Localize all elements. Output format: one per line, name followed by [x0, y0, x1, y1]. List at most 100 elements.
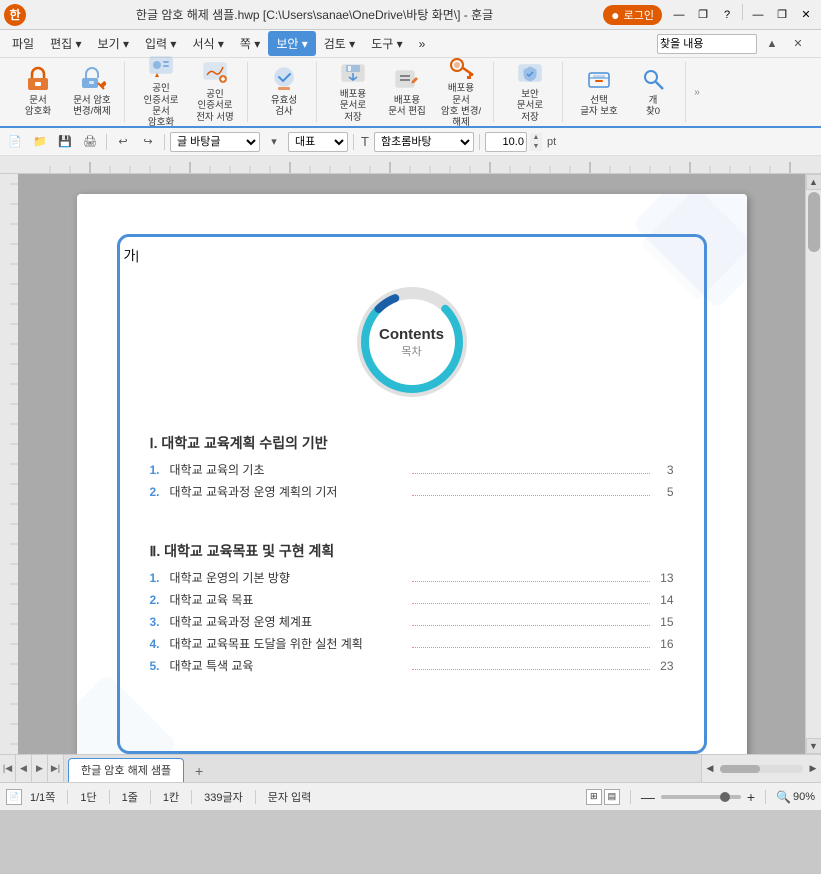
status-mode: 문자 입력 [268, 789, 312, 805]
toc-item: 4. 대학교 교육목표 도달을 위한 실천 계획 16 [150, 635, 674, 652]
style-dropdown-button[interactable]: ▾ [263, 131, 285, 153]
font-size-up-button[interactable]: ▲ [530, 133, 542, 142]
tab-bar: 한글 암호 해제 샘플 + [64, 755, 701, 783]
scroll-left-arrow[interactable]: ◀ [702, 761, 718, 777]
restore-button[interactable]: ❐ [692, 4, 714, 26]
menu-review[interactable]: 검토 ▾ [316, 31, 363, 56]
menu-security[interactable]: 보안 ▾ [268, 31, 315, 56]
ribbon-btn-cert-encrypt-label: 공인 인증서로문서 암호화 [138, 83, 184, 129]
menu-tools[interactable]: 도구 ▾ [363, 31, 410, 56]
help-button[interactable]: ? [716, 4, 738, 26]
ribbon-collapse-button[interactable]: ▲ [761, 33, 783, 55]
canvas-area: 가| Contents 목 [18, 174, 805, 754]
window-restore-button[interactable]: ❐ [771, 4, 793, 26]
zoom-out-button[interactable]: — [641, 789, 655, 805]
protect-icon [583, 65, 615, 93]
font-size-down-button[interactable]: ▼ [530, 142, 542, 151]
toc-section-2-title: Ⅱ. 대학교 교육목표 및 구현 계획 [150, 541, 674, 561]
ribbon-btn-protect[interactable]: 선택글자 보호 [573, 62, 625, 120]
fmt-undo-button[interactable]: ↩ [112, 131, 134, 153]
toc-item: 1. 대학교 교육의 기초 3 [150, 461, 674, 478]
cert-icon [145, 53, 177, 81]
page-nav-next[interactable]: ▶ [36, 763, 43, 774]
horizontal-ruler [0, 156, 821, 174]
ribbon-group-document-lock: 문서암호화 문서 암호변경/해제 [6, 62, 125, 122]
para-select[interactable]: 대표 [288, 132, 348, 152]
status-bar: 📄 1/1쪽 1단 1줄 1칸 339글자 문자 입력 ⊞ ▤ — + 🔍 90… [0, 782, 821, 810]
font-select[interactable]: 함초롬바탕 [374, 132, 474, 152]
minimize-button[interactable]: — [668, 4, 690, 26]
key-dist-icon [445, 53, 477, 81]
status-section: 1단 [80, 789, 96, 805]
menu-page[interactable]: 쪽 ▾ [232, 31, 268, 56]
ribbon-btn-cert-sign-label: 공인 인증서로전자 서명 [192, 89, 238, 123]
ribbon-btn-secure-save[interactable]: 보안문서로 저장 [504, 62, 556, 120]
menu-file[interactable]: 파일 [4, 31, 42, 56]
menu-view[interactable]: 보기 ▾ [90, 31, 137, 56]
menu-more[interactable]: » [411, 33, 434, 55]
sign-icon [199, 59, 231, 87]
fmt-print-button[interactable]: 🖨 [79, 131, 101, 153]
formatting-bar: 📄 📁 💾 🖨 ↩ ↪ 글 바탕글 ▾ 대표 T 함초롬바탕 ▲ ▼ pt [0, 128, 821, 156]
ribbon-btn-document-encrypt[interactable]: 문서암호화 [12, 62, 64, 120]
window-minimize-button[interactable]: — [747, 4, 769, 26]
zoom-level: 90% [793, 791, 815, 803]
menu-format[interactable]: 서식 ▾ [184, 31, 231, 56]
tab-document[interactable]: 한글 암호 해제 샘플 [68, 758, 184, 782]
ribbon-btn-dist-edit-label: 배포용문서 편집 [388, 95, 426, 118]
ribbon-group-certificate: 공인 인증서로문서 암호화 공인 인증서로전자 서명 [129, 62, 248, 122]
ruler-track [40, 156, 805, 173]
secure-save-icon [514, 59, 546, 87]
search-input[interactable]: 찾을 내용 [657, 34, 757, 54]
ribbon-btn-dist-key[interactable]: 배포용 문서암호 변경/해제 [435, 62, 487, 120]
page-nav-prev[interactable]: ◀ [20, 763, 27, 774]
page-nav-start[interactable]: |◀ [3, 763, 12, 774]
ribbon-group-protect: 선택글자 보호 개찾0 [567, 62, 686, 122]
lock-icon [22, 65, 54, 93]
toc-item: 1. 대학교 운영의 기본 방향 13 [150, 569, 674, 586]
font-size-input[interactable] [485, 132, 527, 152]
zoom-in-button[interactable]: + [747, 789, 755, 805]
text-cursor: 가| [124, 245, 139, 264]
toc-item: 5. 대학교 특색 교육 23 [150, 657, 674, 674]
menu-bar: 파일 편집 ▾ 보기 ▾ 입력 ▾ 서식 ▾ 쪽 ▾ 보안 ▾ 검토 ▾ 도구 … [0, 30, 821, 58]
scroll-track[interactable] [806, 190, 821, 738]
window-title: 한글 암호 해제 샘플.hwp [C:\Users\sanae\OneDrive… [26, 6, 603, 23]
h-scroll-thumb[interactable] [720, 765, 760, 773]
status-col: 1칸 [163, 789, 179, 805]
ribbon-btn-dist-edit[interactable]: 배포용문서 편집 [381, 62, 433, 120]
scroll-down-arrow[interactable]: ▼ [806, 738, 821, 754]
lock-edit-icon [76, 65, 108, 93]
contents-circle: Contents 목차 [357, 287, 467, 397]
ribbon-btn-document-encrypt-label: 문서암호화 [25, 95, 51, 118]
ribbon-more-button[interactable]: » [690, 63, 704, 121]
window-close-button[interactable]: ✕ [795, 4, 817, 26]
ribbon-btn-dist-save[interactable]: 배포용문서로 저장 [327, 62, 379, 120]
ribbon-close-button[interactable]: ✕ [787, 33, 809, 55]
ribbon-btn-find[interactable]: 개찾0 [627, 62, 679, 120]
scroll-thumb[interactable] [808, 192, 820, 252]
ribbon-btn-validity[interactable]: 유효성검사 [258, 62, 310, 120]
ribbon-btn-document-decrypt[interactable]: 문서 암호변경/해제 [66, 62, 118, 120]
page-nav-end[interactable]: ▶| [51, 763, 60, 774]
toc-item: 2. 대학교 교육과정 운영 계획의 기저 5 [150, 483, 674, 500]
style-select[interactable]: 글 바탕글 [170, 132, 260, 152]
view-mode-buttons: ⊞ ▤ [586, 789, 620, 805]
zoom-search-area: 🔍 90% [776, 790, 815, 804]
vertical-scrollbar[interactable]: ▲ ▼ [805, 174, 821, 754]
tab-add-button[interactable]: + [188, 760, 210, 782]
menu-edit[interactable]: 편집 ▾ [42, 31, 89, 56]
scroll-right-arrow[interactable]: ▶ [805, 761, 821, 777]
zoom-slider[interactable] [661, 795, 741, 799]
status-chars: 339글자 [204, 789, 243, 805]
ribbon-btn-cert-sign[interactable]: 공인 인증서로전자 서명 [189, 62, 241, 120]
fmt-folder-button[interactable]: 📁 [29, 131, 51, 153]
fmt-redo-button[interactable]: ↪ [137, 131, 159, 153]
view-mode-btn2[interactable]: ▤ [604, 789, 620, 805]
ribbon-btn-cert-encrypt[interactable]: 공인 인증서로문서 암호화 [135, 62, 187, 120]
fmt-save-button[interactable]: 💾 [54, 131, 76, 153]
scroll-up-arrow[interactable]: ▲ [806, 174, 821, 190]
login-button[interactable]: ● 로그인 [603, 5, 662, 25]
fmt-new-button[interactable]: 📄 [4, 131, 26, 153]
view-mode-btn1[interactable]: ⊞ [586, 789, 602, 805]
